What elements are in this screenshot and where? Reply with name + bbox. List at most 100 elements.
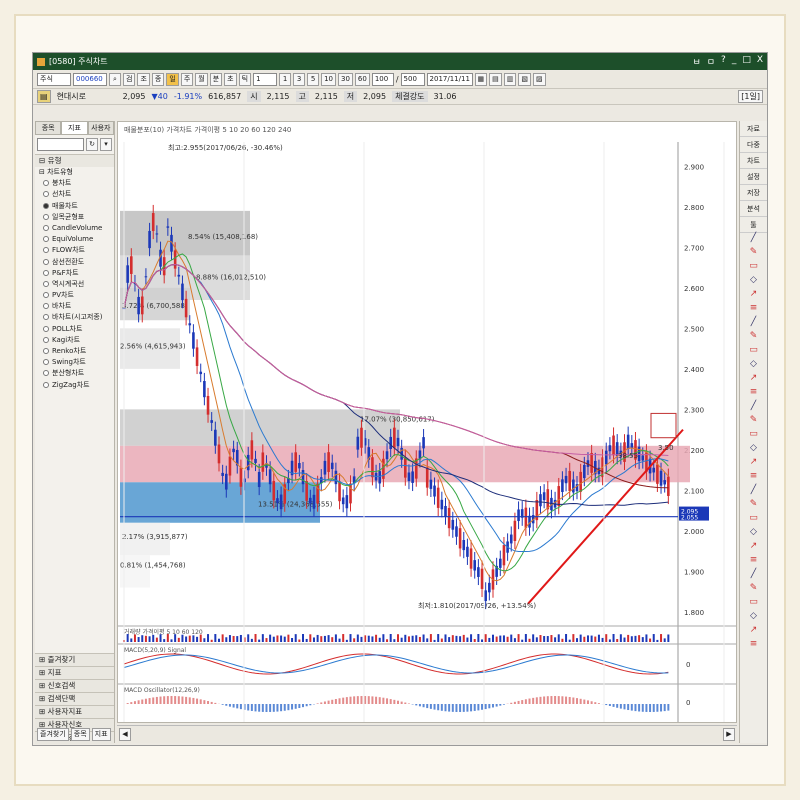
price-chart[interactable]: 매물분포(10) 가격차트 가격이평 5 10 20 60 120 240 2.9… — [117, 121, 737, 732]
chart-type-item[interactable]: PV차트 — [35, 290, 114, 301]
tool-icon-4[interactable]: ▧ — [518, 73, 532, 86]
tool-icon-2[interactable]: ▤ — [489, 73, 502, 86]
drawing-tool-icon[interactable]: ↗ — [740, 625, 767, 639]
chart-type-item[interactable]: 일목균형표 — [35, 212, 114, 223]
period-button[interactable]: [1일] — [738, 90, 763, 103]
tool-icon-1[interactable]: ▦ — [474, 73, 488, 86]
drawing-tool-icon[interactable]: ▭ — [740, 597, 767, 611]
scroll-left[interactable]: ◀ — [119, 728, 131, 741]
drawing-tool-icon[interactable]: ▭ — [740, 345, 767, 359]
chart-type-item[interactable]: POLL차트 — [35, 324, 114, 335]
period-day[interactable]: 일 — [166, 73, 179, 86]
radio-icon[interactable] — [43, 303, 49, 310]
radio-icon[interactable] — [43, 180, 49, 187]
right-tool-label[interactable]: 툴 — [740, 217, 767, 233]
radio-icon[interactable] — [43, 213, 49, 220]
tool-icon-5[interactable]: ▨ — [533, 73, 546, 86]
minute-10[interactable]: 10 — [321, 73, 336, 86]
left-group-item[interactable]: ⊞ 즐겨찾기 — [35, 653, 114, 666]
radio-icon[interactable] — [43, 258, 49, 265]
drawing-tool-icon[interactable]: ◇ — [740, 359, 767, 373]
drawing-tool-icon[interactable]: ✎ — [740, 499, 767, 513]
chart-type-item[interactable]: Kagi차트 — [35, 335, 114, 346]
market-select[interactable]: 주식 — [37, 73, 71, 86]
left-group-item[interactable]: ⊞ 신호검색 — [35, 679, 114, 692]
tab-user[interactable]: 사용자 — [87, 121, 114, 135]
drawing-tool-icon[interactable]: ▭ — [740, 261, 767, 275]
minute-1[interactable]: 1 — [279, 73, 292, 86]
chart-type-header[interactable]: ⊟ 차트유형 — [35, 167, 114, 178]
right-tool-label[interactable]: 자료 — [740, 121, 767, 137]
drawing-tool-icon[interactable]: ╱ — [740, 401, 767, 415]
chart-type-item[interactable]: 바차트 — [35, 301, 114, 312]
drawing-tool-icon[interactable]: ≡ — [740, 387, 767, 401]
footer-indicator[interactable]: 지표 — [91, 728, 111, 741]
minute-60[interactable]: 60 — [354, 73, 370, 86]
drawing-tool-icon[interactable]: ✎ — [740, 331, 767, 345]
scroll-right[interactable]: ▶ — [723, 728, 735, 741]
maximize-button[interactable]: □ — [742, 55, 751, 68]
chart-svg[interactable]: 매물분포(10) 가격차트 가격이평 5 10 20 60 120 240 2.9… — [118, 122, 736, 732]
radio-icon[interactable] — [43, 191, 49, 198]
toolbar-btn-2[interactable]: 종 — [151, 73, 165, 86]
radio-icon[interactable] — [43, 247, 49, 254]
drawing-tool-icon[interactable]: ↗ — [740, 541, 767, 555]
drawing-tool-icon[interactable]: ◇ — [740, 443, 767, 457]
radio-icon[interactable] — [43, 236, 49, 243]
footer-fav[interactable]: 즐겨찾기 — [37, 728, 69, 741]
radio-icon[interactable] — [43, 280, 49, 287]
drawing-tool-icon[interactable]: ╱ — [740, 317, 767, 331]
period-3[interactable]: 초 — [224, 73, 237, 86]
radio-icon[interactable] — [43, 269, 49, 276]
right-tool-label[interactable]: 분석 — [740, 201, 767, 217]
chart-type-item[interactable]: ZigZag차트 — [35, 380, 114, 391]
left-group-item[interactable]: ⊞ 검색단팩 — [35, 692, 114, 705]
drawing-tool-icon[interactable]: ╱ — [740, 485, 767, 499]
right-tool-label[interactable]: 차트 — [740, 153, 767, 169]
drawing-tool-icon[interactable]: ≡ — [740, 639, 767, 653]
tool-icon-3[interactable]: ▥ — [503, 73, 517, 86]
drawing-tool-icon[interactable]: ↗ — [740, 289, 767, 303]
title-btn-2[interactable]: ? — [721, 55, 726, 68]
down-icon[interactable]: ▾ — [100, 138, 112, 151]
minimize-button[interactable]: _ — [732, 55, 737, 68]
radio-icon[interactable] — [43, 381, 49, 388]
chart-type-item[interactable]: Renko차트 — [35, 346, 114, 357]
chart-type-item[interactable]: 선차트 — [35, 189, 114, 200]
radio-icon[interactable] — [43, 348, 49, 354]
left-group-item[interactable]: ⊞ 사용자지표 — [35, 705, 114, 718]
close-button[interactable]: X — [757, 55, 763, 68]
minute-30[interactable]: 30 — [338, 73, 353, 86]
radio-icon[interactable] — [43, 224, 49, 231]
minute-3[interactable]: 3 — [293, 73, 306, 86]
bottom-scrollbar[interactable]: ◀ ▶ — [117, 725, 737, 743]
drawing-tool-icon[interactable]: ↗ — [740, 457, 767, 471]
drawing-tool-icon[interactable]: ≡ — [740, 303, 767, 317]
drawing-tool-icon[interactable]: ◇ — [740, 275, 767, 289]
type-group[interactable]: ⊟ 유형 — [35, 154, 114, 167]
drawing-tool-icon[interactable]: ✎ — [740, 247, 767, 261]
period-0[interactable]: 주 — [180, 73, 194, 86]
zoom-input[interactable]: 100 — [371, 73, 394, 86]
drawing-tool-icon[interactable]: ╱ — [740, 233, 767, 247]
chart-type-item[interactable]: P&F차트 — [35, 268, 114, 279]
drawing-tool-icon[interactable]: ◇ — [740, 611, 767, 625]
toolbar-btn-0[interactable]: 검 — [123, 73, 136, 86]
chart-type-item[interactable]: FLOW차트 — [35, 245, 114, 256]
footer-stock[interactable]: 종목 — [70, 728, 90, 741]
chart-type-item[interactable]: 매물차트 — [35, 201, 114, 212]
chart-type-item[interactable]: 역시계곡선 — [35, 279, 114, 290]
radio-icon[interactable] — [43, 336, 49, 343]
drawing-tool-icon[interactable]: ✎ — [740, 583, 767, 597]
chart-type-item[interactable]: 분산형차트 — [35, 368, 114, 379]
left-group-item[interactable]: ⊞ 지표 — [35, 666, 114, 679]
radio-icon[interactable] — [43, 314, 49, 321]
radio-icon[interactable] — [43, 370, 49, 377]
date-input[interactable]: 2017/11/11 — [426, 73, 473, 86]
drawing-tool-icon[interactable]: ▭ — [740, 513, 767, 527]
drawing-tool-icon[interactable]: ↗ — [740, 373, 767, 387]
period-2[interactable]: 분 — [209, 73, 223, 86]
refresh-icon[interactable]: ↻ — [86, 138, 98, 151]
period-1[interactable]: 월 — [195, 73, 208, 86]
chart-type-item[interactable]: 삼선전환도 — [35, 257, 114, 268]
